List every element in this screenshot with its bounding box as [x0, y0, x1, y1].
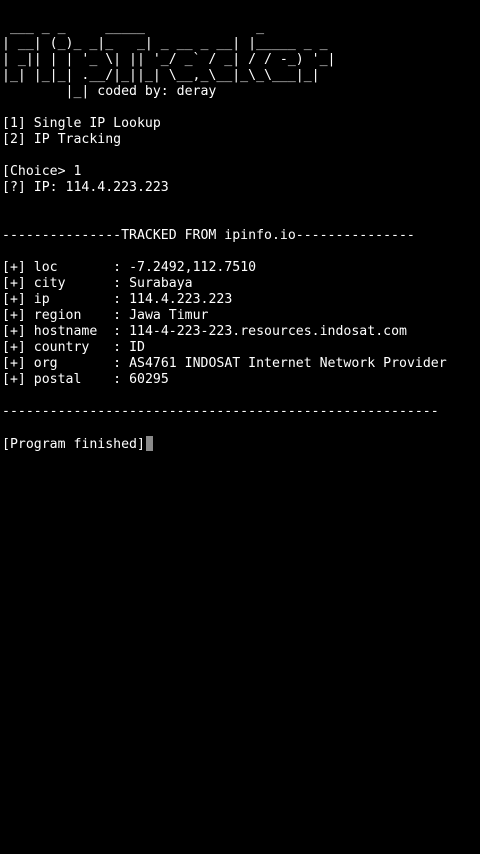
menu-item-ip-tracking: [2] IP Tracking [2, 132, 122, 147]
result-separator: : [113, 276, 130, 291]
result-key: postal [33, 372, 82, 387]
result-row-country: [+] country: ID [2, 340, 478, 356]
terminal-output: ___ _ _ _____ _ | __| (_)_ _|_ _| _ __ _… [2, 20, 478, 452]
result-prefix: [+] [2, 276, 26, 291]
result-key: region [33, 308, 82, 323]
result-key: ip [33, 292, 50, 307]
ip-prompt: [?] IP: 114.4.223.223 [2, 180, 169, 195]
result-value: -7.2492,112.7510 [129, 260, 257, 275]
result-row-postal: [+] postal: 60295 [2, 372, 478, 388]
result-separator: : [113, 308, 130, 323]
banner-line: |_| |_|_| .__/|_||_| \__,_\__|_\_\___|_| [2, 68, 320, 83]
banner-line: | _|| | | '_ \| || '_/ _` / _| / / -_) '… [2, 52, 336, 67]
result-value: ID [129, 340, 145, 355]
result-row-ip: [+] ip: 114.4.223.223 [2, 292, 478, 308]
banner-credit-line: |_| coded by: deray [2, 84, 217, 99]
result-row-org: [+] org: AS4761 INDOSAT Internet Network… [2, 356, 478, 372]
program-finished-line[interactable]: [Program finished] [2, 436, 478, 452]
results-list: [+] loc: -7.2492,112.7510 [+] city: Surab… [2, 260, 478, 388]
program-finished-text: [Program finished] [2, 437, 145, 452]
result-prefix: [+] [2, 356, 26, 371]
choice-prompt: [Choice> 1 [2, 164, 82, 179]
result-value: AS4761 INDOSAT Internet Network Provider [129, 356, 447, 371]
result-value: Jawa Timur [129, 308, 209, 323]
result-key: hostname [33, 324, 98, 339]
result-prefix: [+] [2, 308, 26, 323]
result-separator: : [113, 260, 130, 275]
result-separator: : [113, 356, 130, 371]
result-row-region: [+] region: Jawa Timur [2, 308, 478, 324]
result-row-city: [+] city: Surabaya [2, 276, 478, 292]
result-prefix: [+] [2, 372, 26, 387]
result-prefix: [+] [2, 260, 26, 275]
result-key: country [33, 340, 90, 355]
result-separator: : [113, 372, 130, 387]
result-separator: : [113, 292, 130, 307]
result-separator: : [113, 324, 130, 339]
result-prefix: [+] [2, 292, 26, 307]
menu-item-single-ip-lookup: [1] Single IP Lookup [2, 116, 161, 131]
result-row-hostname: [+] hostname: 114-4-223-223.resources.in… [2, 324, 478, 340]
result-row-loc: [+] loc: -7.2492,112.7510 [2, 260, 478, 276]
result-prefix: [+] [2, 340, 26, 355]
result-prefix: [+] [2, 324, 26, 339]
tracked-header: ---------------TRACKED FROM ipinfo.io---… [2, 228, 415, 243]
footer-divider: ----------------------------------------… [2, 404, 439, 419]
terminal-cursor[interactable] [145, 436, 153, 451]
result-key: org [33, 356, 58, 371]
result-key: loc [33, 260, 58, 275]
result-value: Surabaya [129, 276, 193, 291]
banner-line: ___ _ _ _____ _ [2, 20, 265, 35]
result-value: 60295 [129, 372, 169, 387]
result-value: 114-4-223-223.resources.indosat.com [129, 324, 407, 339]
result-separator: : [113, 340, 130, 355]
banner-line: | __| (_)_ _|_ _| _ __ _ __| |_____ _ _ [2, 36, 328, 51]
result-value: 114.4.223.223 [129, 292, 233, 307]
result-key: city [33, 276, 66, 291]
